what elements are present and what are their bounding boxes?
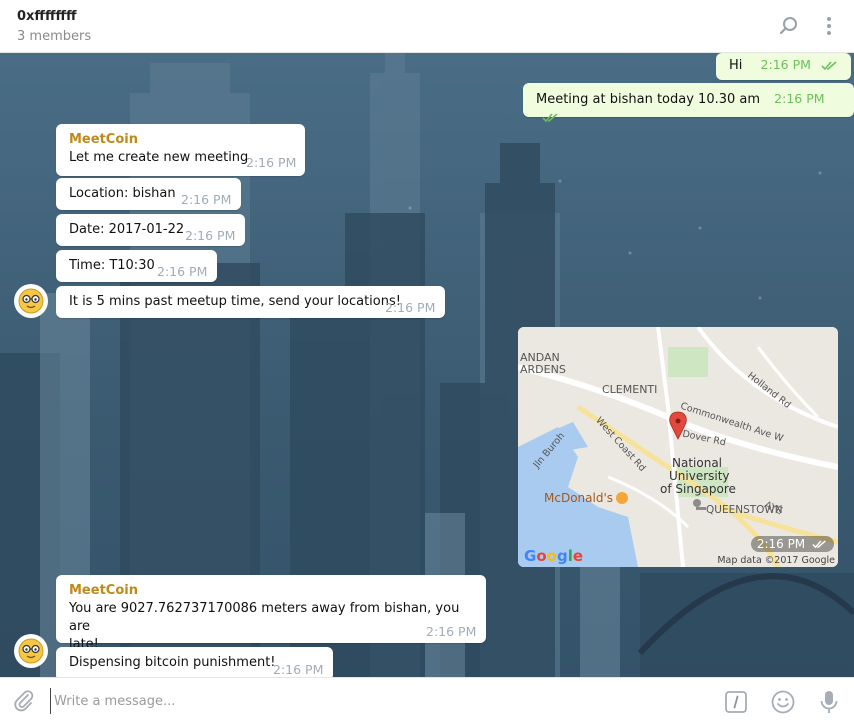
message-time: 2:16 PM: [157, 264, 208, 279]
incoming-message[interactable]: Location: bishan 2:16 PM: [56, 178, 241, 210]
emoji-icon: [771, 690, 795, 714]
message-text: It is 5 mins past meetup time, send your…: [69, 294, 401, 309]
outgoing-message[interactable]: Hi 2:16 PM: [716, 53, 852, 80]
message-text: Let me create new meeting: [69, 150, 249, 165]
members-count[interactable]: 3 members: [17, 29, 91, 44]
message-text: Date: 2017-01-22: [69, 222, 185, 237]
message-text: Dispensing bitcoin punishment!: [69, 655, 276, 670]
more-vertical-icon: [827, 17, 831, 35]
incoming-message[interactable]: Date: 2017-01-22 2:16 PM: [56, 214, 245, 246]
message-input[interactable]: [50, 688, 690, 714]
microphone-icon: [820, 691, 838, 713]
message-composer: [0, 677, 854, 724]
message-time: 2:16 PM: [750, 536, 834, 552]
bot-avatar[interactable]: [14, 634, 48, 668]
map-label: CLEMENTI: [602, 383, 658, 396]
double-check-icon: [542, 112, 558, 122]
message-time: 2:16 PM: [760, 57, 811, 72]
double-check-icon: [812, 540, 826, 549]
message-time: 2:16 PM: [181, 192, 232, 207]
message-text: Hi: [729, 58, 743, 73]
map-label: National: [672, 456, 723, 470]
message-time: 2:16 PM: [246, 155, 297, 170]
sender-name[interactable]: MeetCoin: [69, 583, 474, 599]
message-time: 2:16 PM: [273, 662, 324, 677]
double-check-icon: [821, 60, 837, 70]
map-label: University: [669, 469, 730, 483]
incoming-message[interactable]: Time: T10:30 2:16 PM: [56, 250, 217, 282]
search-icon: [779, 17, 797, 35]
map-label: McDonald's: [544, 491, 613, 505]
message-text: Meeting at bishan today 10.30 am: [536, 92, 761, 107]
attach-button[interactable]: [12, 689, 36, 713]
nerd-face-icon: [18, 638, 44, 664]
message-text: Location: bishan: [69, 186, 176, 201]
more-options-button[interactable]: [815, 12, 843, 40]
map-image: [518, 327, 838, 567]
message-history[interactable]: Hi 2:16 PM Meeting at bishan today 10.30…: [0, 53, 854, 677]
message-time: 2:16 PM: [426, 624, 477, 639]
message-text-line: You are 9027.762737170086 meters away fr…: [69, 601, 460, 634]
search-button[interactable]: [775, 12, 803, 40]
map-label: ARDENS: [520, 363, 566, 376]
voice-message-button[interactable]: [818, 689, 840, 715]
paperclip-icon: [14, 690, 34, 712]
incoming-message[interactable]: MeetCoin You are 9027.762737170086 meter…: [56, 575, 486, 652]
emoji-button[interactable]: [770, 689, 796, 715]
bot-commands-button[interactable]: [724, 690, 748, 714]
message-time-text: 2:16 PM: [756, 537, 806, 551]
chat-title[interactable]: 0xffffffff: [17, 9, 77, 24]
incoming-message[interactable]: It is 5 mins past meetup time, send your…: [56, 286, 445, 318]
message-time: 2:16 PM: [385, 300, 436, 315]
incoming-message[interactable]: Dispensing bitcoin punishment! 2:16 PM: [56, 647, 333, 677]
chat-header: 0xffffffff 3 members: [0, 0, 854, 53]
sender-name[interactable]: MeetCoin: [69, 132, 293, 148]
message-text: Time: T10:30: [69, 258, 155, 273]
location-map[interactable]: ANDAN ARDENS CLEMENTI Holland Rd Commonw…: [518, 327, 838, 567]
message-time: 2:16 PM: [774, 91, 825, 106]
incoming-message[interactable]: MeetCoin Let me create new meeting 2:16 …: [56, 124, 305, 176]
bot-avatar[interactable]: [14, 284, 48, 318]
google-logo: Google: [524, 547, 584, 565]
outgoing-message[interactable]: Meeting at bishan today 10.30 am 2:16 PM: [523, 83, 854, 122]
map-attribution[interactable]: Map data ©2017 Google: [717, 555, 835, 566]
message-time: 2:16 PM: [185, 228, 236, 243]
map-label: of Singapore: [660, 482, 736, 496]
nerd-face-icon: [18, 288, 44, 314]
slash-command-icon: [725, 691, 747, 713]
